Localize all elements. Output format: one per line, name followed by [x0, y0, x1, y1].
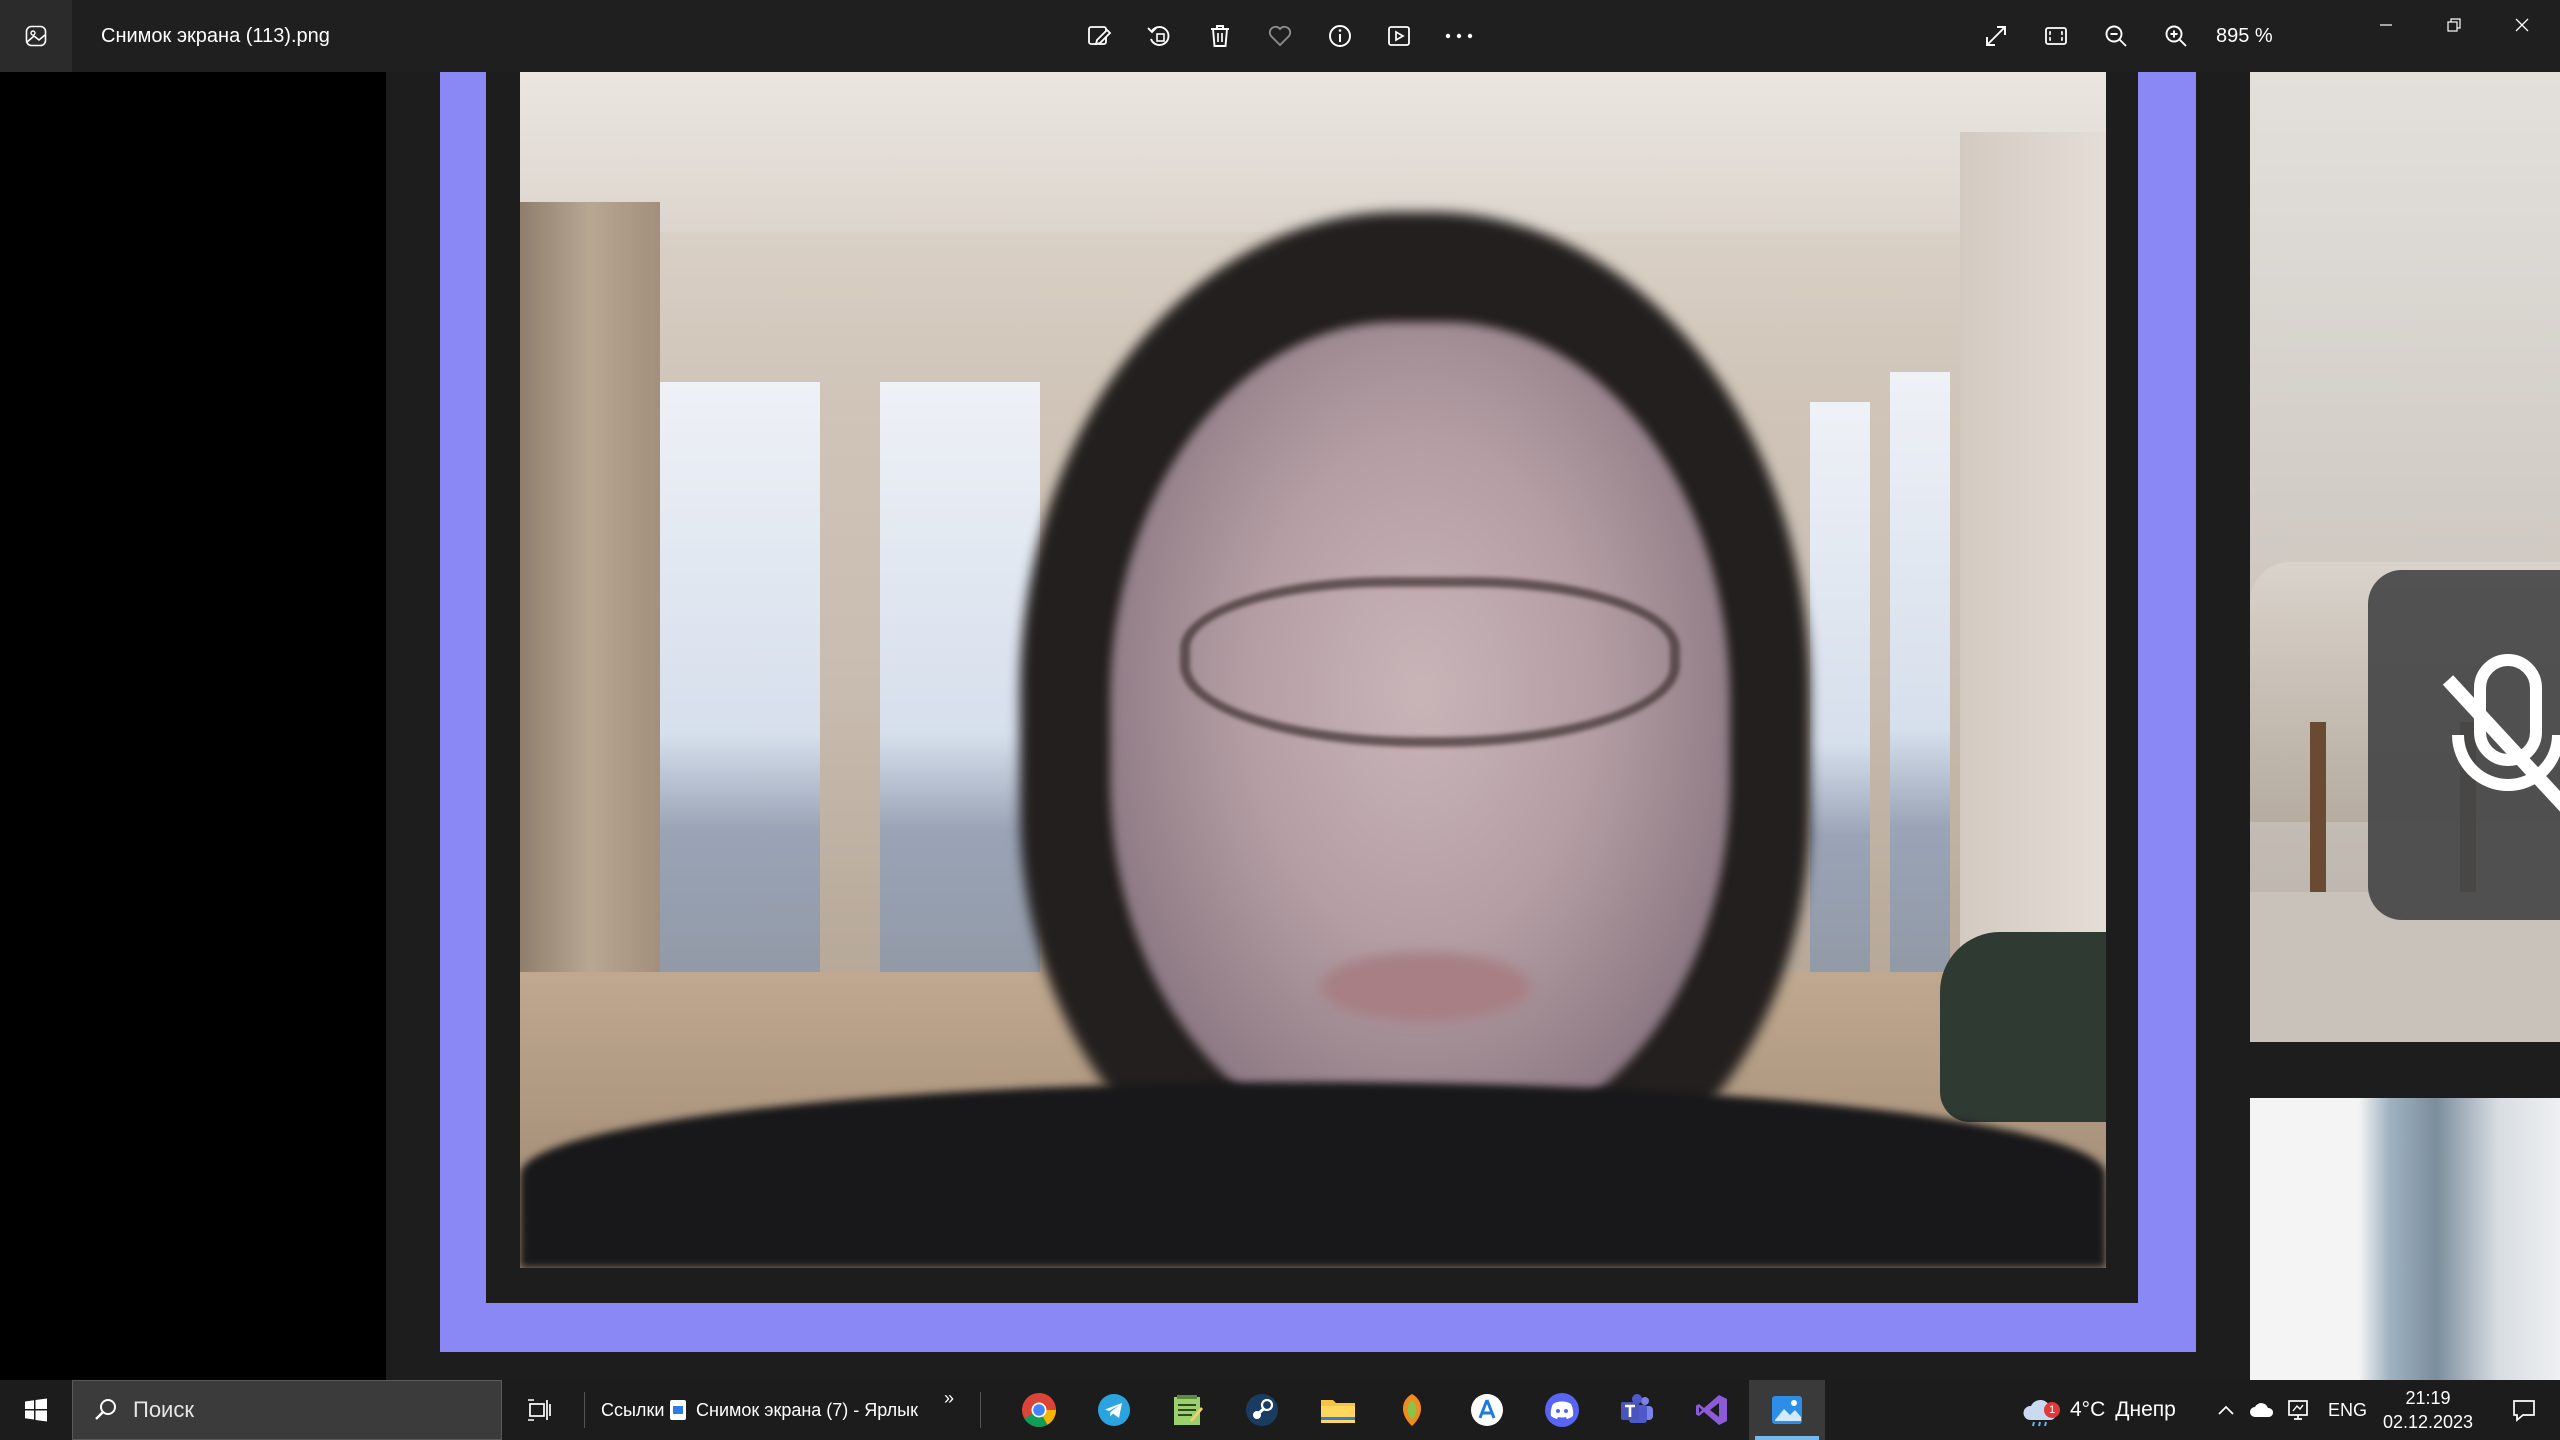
onedrive-cloud-icon[interactable] — [2244, 1380, 2280, 1440]
taskbar-separator — [584, 1392, 585, 1428]
side-video-feed-bottom — [2250, 1098, 2560, 1380]
room-wall — [1960, 132, 2106, 1032]
title-bar: Снимок экрана (113).png 895 % — [0, 0, 2560, 72]
app-installer-icon[interactable] — [1449, 1380, 1525, 1440]
file-explorer-icon[interactable] — [1300, 1380, 1376, 1440]
notepad-icon[interactable] — [1150, 1380, 1226, 1440]
search-icon — [91, 1395, 121, 1425]
restore-icon[interactable] — [2420, 0, 2488, 50]
taskbar: Поиск Ссылки Снимок экрана (7) - Ярлык » — [0, 1380, 2560, 1440]
close-icon[interactable] — [2488, 0, 2556, 50]
weather-alert-badge: 1 — [2044, 1402, 2060, 1418]
room-ceiling — [520, 72, 2106, 232]
room-window — [1810, 402, 1870, 1022]
discord-icon[interactable] — [1524, 1380, 1600, 1440]
input-language[interactable]: ENG — [2328, 1380, 2367, 1440]
search-placeholder: Поиск — [133, 1397, 194, 1422]
network-icon[interactable] — [2280, 1380, 2316, 1440]
fullscreen-icon[interactable] — [1972, 12, 2020, 60]
zoom-level: 895 % — [2216, 25, 2273, 47]
delete-icon[interactable] — [1196, 12, 1244, 60]
notifications-icon[interactable] — [2488, 1380, 2560, 1440]
teams-icon[interactable] — [1599, 1380, 1675, 1440]
mic-off-icon — [2442, 654, 2560, 812]
clock[interactable]: 21:19 02.12.2023 — [2368, 1386, 2488, 1434]
favorite-heart-icon[interactable] — [1256, 12, 1304, 60]
photos-app-icon[interactable] — [0, 0, 72, 72]
zoom-in-icon[interactable] — [2152, 12, 2200, 60]
weather-city: Днепр — [2115, 1398, 2176, 1421]
steam-icon[interactable] — [1224, 1380, 1300, 1440]
telegram-icon[interactable] — [1076, 1380, 1152, 1440]
minimize-icon[interactable] — [2352, 0, 2420, 50]
photos-icon[interactable] — [1749, 1380, 1825, 1440]
image-canvas[interactable] — [0, 72, 2560, 1380]
clock-date: 02.12.2023 — [2382, 1412, 2474, 1432]
file-title: Снимок экрана (113).png — [101, 25, 330, 47]
taskbar-separator — [980, 1392, 981, 1428]
more-options-icon[interactable] — [1435, 12, 1483, 60]
screenshot-shortcut-link[interactable]: Снимок экрана (7) - Ярлык — [670, 1390, 918, 1430]
info-icon[interactable] — [1316, 12, 1364, 60]
mic-off-indicator — [2368, 570, 2560, 920]
slideshow-icon[interactable] — [1375, 12, 1423, 60]
clock-time: 21:19 — [2405, 1388, 2451, 1408]
links-toolbar-label[interactable]: Ссылки — [601, 1380, 664, 1440]
edit-image-icon[interactable] — [1075, 12, 1123, 60]
weather-cloud-icon: 1 — [2020, 1390, 2060, 1430]
person-mouth — [1320, 952, 1530, 1022]
eyeglasses — [1180, 577, 1680, 747]
links-overflow-chevron[interactable]: » — [944, 1388, 954, 1409]
main-video-feed — [520, 72, 2106, 1268]
fit-to-window-icon[interactable] — [2032, 12, 2080, 60]
room-window — [660, 382, 820, 1022]
room-window — [1890, 372, 1950, 1022]
search-box[interactable]: Поиск — [72, 1380, 502, 1440]
zoom-out-icon[interactable] — [2092, 12, 2140, 60]
document-icon — [670, 1400, 686, 1420]
weather-widget[interactable]: 1 4°C Днепр — [2020, 1380, 2176, 1440]
weather-temperature: 4°C — [2070, 1398, 2106, 1421]
chrome-icon[interactable] — [1001, 1380, 1077, 1440]
person-shoulders — [520, 1082, 2106, 1268]
task-view-icon[interactable] — [512, 1380, 568, 1440]
chair — [1940, 932, 2106, 1122]
fl-studio-icon[interactable] — [1374, 1380, 1450, 1440]
rotate-icon[interactable] — [1135, 12, 1183, 60]
shortcut-label: Снимок экрана (7) - Ярлык — [696, 1399, 918, 1420]
show-hidden-icons-chevron-icon[interactable] — [2208, 1380, 2244, 1440]
visual-studio-icon[interactable] — [1674, 1380, 1750, 1440]
windows-start-icon[interactable] — [0, 1380, 72, 1440]
room-window — [880, 382, 1040, 1022]
